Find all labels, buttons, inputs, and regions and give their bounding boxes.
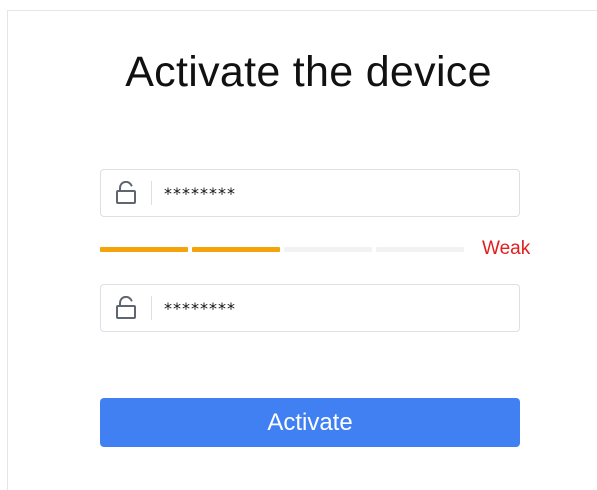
confirm-password-input[interactable] [152,285,519,331]
unlock-icon [101,285,151,331]
strength-segment-3 [284,247,372,252]
confirm-password-field[interactable] [100,284,520,332]
activate-button[interactable]: Activate [100,398,520,447]
strength-segment-1 [100,247,188,252]
password-strength-meter [100,247,464,252]
unlock-icon [101,170,151,216]
strength-segment-4 [376,247,464,252]
strength-label: Weak [482,238,531,259]
strength-segment-2 [192,247,280,252]
password-field[interactable] [100,169,520,217]
page-title: Activate the device [125,48,492,96]
password-input[interactable] [152,170,519,216]
